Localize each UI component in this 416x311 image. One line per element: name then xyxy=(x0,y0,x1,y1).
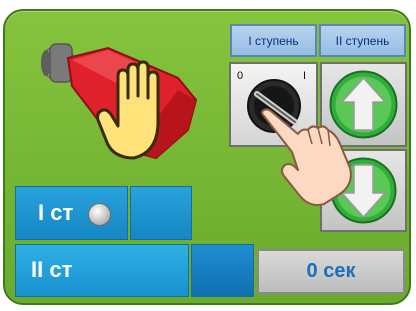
burner-icon[interactable] xyxy=(38,30,198,170)
burner-control-panel: I ступень II ступень 0 I I ст II ст 0 се… xyxy=(0,0,416,311)
stage-2-status-cell xyxy=(191,244,254,297)
stage-1-indicator-lamp xyxy=(88,203,111,226)
stage-2-button[interactable]: II ступень xyxy=(319,24,406,57)
timer-display: 0 сек xyxy=(257,249,405,294)
stage-1-label: I ступень xyxy=(248,33,299,48)
timer-value: 0 сек xyxy=(306,260,356,282)
stage-1-button[interactable]: I ступень xyxy=(230,24,317,57)
stage-1-status-label: I ст xyxy=(38,200,74,225)
stage-1-status-cell xyxy=(130,186,192,240)
stage-2-status-label: II ст xyxy=(31,257,73,282)
pointing-hand-icon xyxy=(261,108,352,206)
stage-2-label: II ступень xyxy=(335,33,390,48)
